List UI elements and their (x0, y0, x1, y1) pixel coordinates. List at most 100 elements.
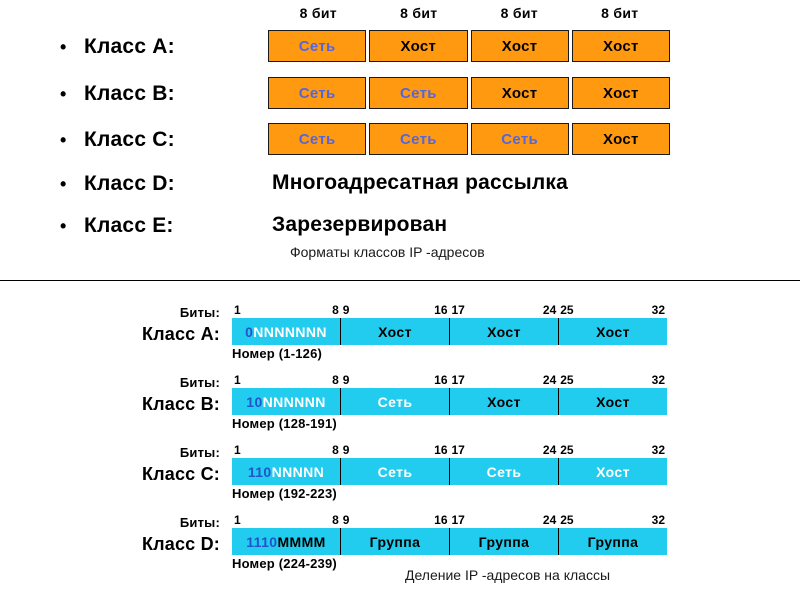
detail-block-class-b: Биты: Класс B: 1 8 9 16 17 24 25 32 10 NN… (0, 362, 800, 431)
ruler-tick: 8 (332, 513, 339, 527)
bits-label: Биты: (179, 445, 220, 460)
class-label-a: • Класс A: (60, 28, 265, 66)
octet-segment: Хост (369, 30, 468, 62)
bit-width-label: 8 бит (299, 5, 337, 21)
ruler-tick: 16 (434, 303, 448, 317)
class-c-octet-bar: Сеть Сеть Сеть Хост (268, 123, 670, 155)
bitfield-segment: Хост (341, 318, 450, 345)
bitfield-segment: Сеть (450, 458, 559, 485)
class-b-octet-bar: Сеть Сеть Хост Хост (268, 77, 670, 109)
bitfield-segment: Хост (559, 458, 667, 485)
ruler-quadrant: 9 16 (341, 443, 450, 458)
ruler-quadrant: 17 24 (450, 443, 559, 458)
bottom-caption: Деление IP -адресов на классы (405, 567, 611, 583)
ruler-tick: 1 (234, 443, 241, 457)
prefix-segment: 1110 MMMM (232, 528, 341, 555)
ruler-tick: 17 (451, 443, 465, 457)
detail-block-class-c: Биты: Класс C: 1 8 9 16 17 24 25 32 110 N… (0, 432, 800, 501)
octet-segment: Хост (571, 77, 670, 109)
class-a-octet-bar: Сеть Хост Хост Хост (268, 30, 670, 62)
detail-block-class-a: Биты: Класс A: 1 8 9 16 17 24 25 32 0 NNN… (0, 292, 800, 361)
octet-segment: Хост (470, 30, 569, 62)
bitfield-segment: Сеть (341, 388, 450, 415)
section-divider (0, 280, 800, 281)
ruler-tick: 9 (342, 443, 350, 457)
number-range-label: Номер (192-223) (232, 486, 337, 501)
ruler-tick: 1 (234, 373, 241, 387)
ruler-tick: 1 (234, 513, 241, 527)
ruler-quadrant: 25 32 (558, 513, 667, 528)
bullet-icon: • (60, 216, 67, 236)
class-label-b: • Класс B: (60, 75, 265, 113)
ruler-tick: 16 (434, 443, 448, 457)
ruler-tick: 25 (560, 303, 574, 317)
number-range-label: Номер (128-191) (232, 416, 337, 431)
prefix-rest: NNNNNNN (253, 323, 327, 340)
ruler-quadrant: 25 32 (558, 303, 667, 318)
octet-segment: Хост (571, 30, 670, 62)
ruler-quadrant: 9 16 (341, 373, 450, 388)
ruler-tick: 24 (542, 373, 557, 387)
class-row-d: • Класс D: Многоадресатная рассылка (0, 165, 800, 203)
prefix-bits: 0 (245, 323, 254, 340)
ruler-quadrant: 1 8 (232, 303, 341, 318)
ruler-tick: 16 (434, 373, 448, 387)
ruler-quadrant: 25 32 (558, 443, 667, 458)
class-row-e: • Класс E: Зарезервирован (0, 207, 800, 245)
bitfield-segment: Группа (559, 528, 667, 555)
octet-segment: Сеть (369, 123, 468, 155)
ruler-tick: 32 (651, 443, 665, 457)
bitfield-segment: Хост (559, 318, 667, 345)
ruler-tick: 8 (332, 373, 339, 387)
bit-width-label: 8 бит (601, 5, 639, 21)
class-label-text: Класс C: (84, 128, 175, 151)
ruler-tick: 8 (332, 303, 339, 317)
bitfield-segment: Хост (450, 318, 559, 345)
class-label-e: • Класс E: (60, 207, 265, 245)
number-range-label: Номер (1-126) (232, 346, 323, 361)
prefix-rest: NNNNN (271, 463, 325, 480)
class-e-description: Зарезервирован (272, 213, 448, 236)
prefix-segment: 0 NNNNNNN (232, 318, 341, 345)
ruler-quadrant: 1 8 (232, 443, 341, 458)
octet-segment: Сеть (369, 77, 468, 109)
class-label-c: • Класс C: (60, 121, 265, 159)
top-caption: Форматы классов IP -адресов (290, 244, 485, 260)
bitfield-segment: Группа (450, 528, 559, 555)
octet-segment: Сеть (470, 123, 569, 155)
bitfield-segment: Группа (341, 528, 450, 555)
bit-ruler: 1 8 9 16 17 24 25 32 (232, 373, 667, 388)
class-a-bitfield-bar: 0 NNNNNNN Хост Хост Хост (232, 318, 667, 345)
bit-width-header-row: 8 бит 8 бит 8 бит 8 бит (268, 5, 670, 25)
ruler-tick: 9 (342, 373, 350, 387)
ruler-quadrant: 9 16 (341, 513, 450, 528)
bits-label: Биты: (179, 375, 220, 390)
ruler-quadrant: 17 24 (450, 373, 559, 388)
prefix-segment: 110 NNNNN (232, 458, 341, 485)
ruler-tick: 1 (234, 303, 241, 317)
ruler-tick: 17 (451, 513, 465, 527)
class-c-bitfield-bar: 110 NNNNN Сеть Сеть Хост (232, 458, 667, 485)
octet-segment: Хост (470, 77, 569, 109)
class-d-bitfield-bar: 1110 MMMM Группа Группа Группа (232, 528, 667, 555)
ruler-tick: 17 (451, 373, 465, 387)
bit-ruler: 1 8 9 16 17 24 25 32 (232, 443, 667, 458)
ruler-tick: 32 (651, 513, 665, 527)
ruler-tick: 16 (434, 513, 448, 527)
ruler-quadrant: 9 16 (341, 303, 450, 318)
class-b-bitfield-bar: 10 NNNNNN Сеть Хост Хост (232, 388, 667, 415)
ruler-tick: 24 (542, 303, 557, 317)
prefix-bits: 10 (246, 393, 263, 410)
prefix-rest: NNNNNN (262, 393, 326, 410)
bullet-icon: • (60, 37, 67, 57)
ruler-tick: 25 (560, 443, 574, 457)
bit-width-label: 8 бит (500, 5, 538, 21)
ruler-tick: 25 (560, 373, 574, 387)
ruler-tick: 24 (542, 443, 557, 457)
bit-ruler: 1 8 9 16 17 24 25 32 (232, 303, 667, 318)
bit-width-label: 8 бит (400, 5, 438, 21)
detail-class-label-c: Класс C: (141, 464, 220, 484)
bits-label: Биты: (179, 305, 220, 320)
prefix-segment: 10 NNNNNN (232, 388, 341, 415)
class-row-a: • Класс A: Сеть Хост Хост Хост (0, 28, 800, 66)
